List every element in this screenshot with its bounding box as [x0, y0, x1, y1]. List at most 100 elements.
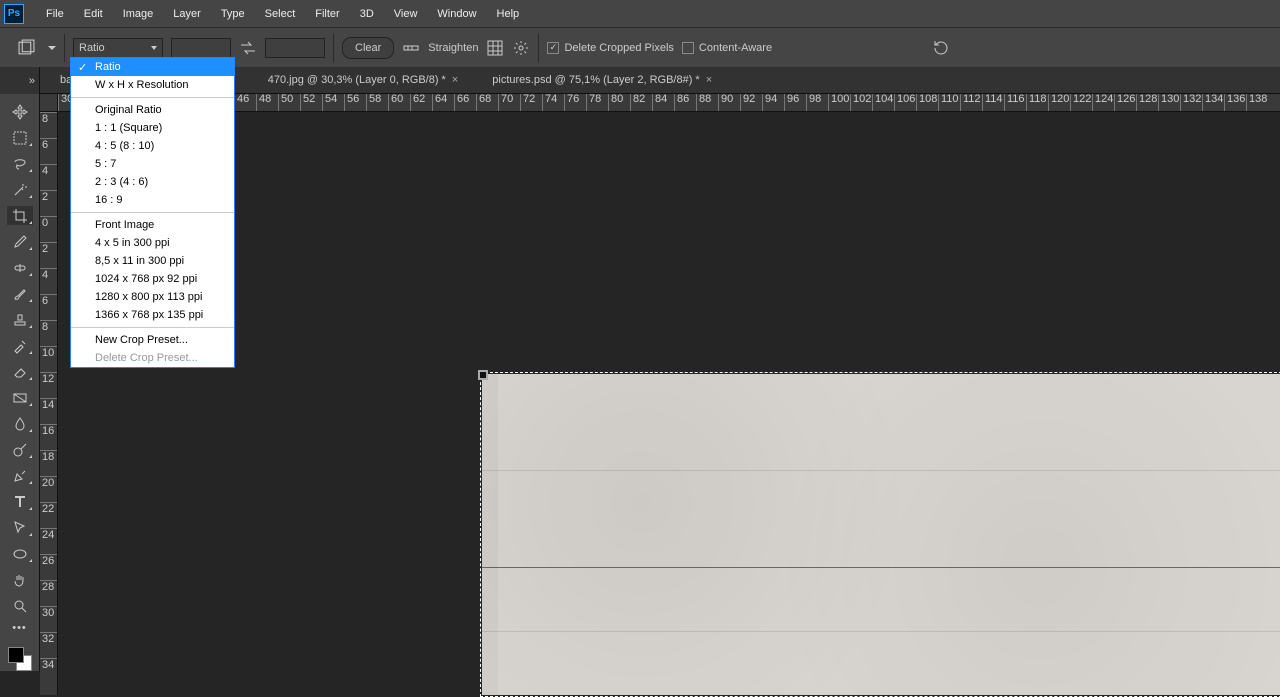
tabstrip-expand-icon[interactable]: » — [0, 67, 40, 94]
eyedropper-tool[interactable] — [7, 232, 33, 251]
dropdown-item[interactable]: Ratio — [71, 58, 234, 76]
ratio-dropdown[interactable]: Ratio — [73, 38, 163, 58]
swap-dimensions-icon[interactable] — [239, 39, 257, 57]
menu-filter[interactable]: Filter — [305, 2, 349, 26]
canvas[interactable] — [482, 374, 1280, 695]
crop-height-input[interactable] — [265, 38, 325, 58]
ruler-tick: 82 — [630, 94, 645, 112]
dropdown-item[interactable]: W x H x Resolution — [71, 76, 234, 94]
vertical-ruler[interactable]: 86420246810121416182022242628303234 — [40, 112, 58, 695]
dropdown-item[interactable]: New Crop Preset... — [71, 331, 234, 349]
dropdown-item[interactable]: 1024 x 768 px 92 ppi — [71, 270, 234, 288]
doc-tab-3[interactable]: pictures.psd @ 75,1% (Layer 2, RGB/8#) *… — [482, 66, 722, 93]
separator — [64, 34, 65, 62]
dropdown-item[interactable]: 8,5 x 11 in 300 ppi — [71, 252, 234, 270]
type-tool[interactable] — [7, 492, 33, 511]
crop-tool[interactable] — [7, 206, 33, 225]
dropdown-item[interactable]: 2 : 3 (4 : 6) — [71, 173, 234, 191]
ruler-tick: 34 — [40, 658, 58, 671]
grid-overlay-icon[interactable] — [486, 39, 504, 57]
shape-tool[interactable] — [7, 544, 33, 563]
menu-edit[interactable]: Edit — [74, 2, 113, 26]
menu-help[interactable]: Help — [487, 2, 530, 26]
healing-tool[interactable] — [7, 258, 33, 277]
menu-type[interactable]: Type — [211, 2, 255, 26]
pen-tool[interactable] — [7, 466, 33, 485]
ruler-tick: 106 — [894, 94, 915, 112]
dropdown-item[interactable]: 1366 x 768 px 135 ppi — [71, 306, 234, 324]
foreground-color-swatch[interactable] — [8, 647, 24, 663]
delete-cropped-checkbox[interactable]: Delete Cropped Pixels — [547, 42, 673, 54]
checkbox-icon — [547, 42, 559, 54]
ruler-tick: 6 — [40, 138, 58, 151]
crop-handle-top-left[interactable] — [478, 370, 488, 380]
dropdown-item[interactable]: Front Image — [71, 216, 234, 234]
canvas-content — [482, 470, 1280, 471]
current-tool-indicator[interactable] — [14, 36, 38, 60]
marquee-tool[interactable] — [7, 128, 33, 147]
doc-tab-2[interactable]: 470.jpg @ 30,3% (Layer 0, RGB/8) * × — [258, 66, 469, 93]
crop-width-input[interactable] — [171, 38, 231, 58]
ruler-tick: 2 — [40, 242, 58, 255]
reset-crop-icon[interactable] — [932, 39, 950, 57]
ruler-tick: 68 — [476, 94, 491, 112]
ruler-tick: 118 — [1026, 94, 1047, 112]
ruler-tick: 138 — [1246, 94, 1267, 112]
magic-wand-tool[interactable] — [7, 180, 33, 199]
tool-palette: ••• — [0, 94, 40, 671]
history-brush-tool[interactable] — [7, 336, 33, 355]
color-swatches[interactable] — [8, 647, 32, 671]
blur-tool[interactable] — [7, 414, 33, 433]
dropdown-item[interactable]: 4 : 5 (8 : 10) — [71, 137, 234, 155]
edit-toolbar[interactable]: ••• — [7, 622, 33, 634]
lasso-tool[interactable] — [7, 154, 33, 173]
crop-settings-gear-icon[interactable] — [512, 39, 530, 57]
straighten-icon[interactable] — [402, 39, 420, 57]
ruler-tick: 88 — [696, 94, 711, 112]
ruler-tick: 60 — [388, 94, 403, 112]
dropdown-item[interactable]: 4 x 5 in 300 ppi — [71, 234, 234, 252]
eraser-tool[interactable] — [7, 362, 33, 381]
dropdown-item[interactable]: 1 : 1 (Square) — [71, 119, 234, 137]
close-icon[interactable]: × — [706, 74, 712, 86]
dropdown-item[interactable]: 5 : 7 — [71, 155, 234, 173]
ruler-tick: 132 — [1180, 94, 1201, 112]
ruler-tick: 78 — [586, 94, 601, 112]
content-aware-checkbox[interactable]: Content-Aware — [682, 42, 772, 54]
dropdown-item[interactable]: 16 : 9 — [71, 191, 234, 209]
clear-button[interactable]: Clear — [342, 37, 394, 59]
zoom-tool[interactable] — [7, 596, 33, 615]
path-select-tool[interactable] — [7, 518, 33, 537]
ruler-tick: 10 — [40, 346, 58, 359]
hand-tool[interactable] — [7, 570, 33, 589]
tool-preset-chevron-icon[interactable] — [48, 46, 56, 50]
menu-3d[interactable]: 3D — [350, 2, 384, 26]
menu-layer[interactable]: Layer — [163, 2, 211, 26]
canvas-content — [482, 567, 1280, 568]
dropdown-item[interactable]: Original Ratio — [71, 101, 234, 119]
ruler-tick: 22 — [40, 502, 58, 515]
gradient-tool[interactable] — [7, 388, 33, 407]
ruler-tick: 124 — [1092, 94, 1113, 112]
brush-tool[interactable] — [7, 284, 33, 303]
dropdown-item[interactable]: 1280 x 800 px 113 ppi — [71, 288, 234, 306]
dodge-tool[interactable] — [7, 440, 33, 459]
menu-window[interactable]: Window — [427, 2, 486, 26]
menu-file[interactable]: File — [36, 2, 74, 26]
separator — [71, 97, 234, 98]
ruler-tick: 32 — [40, 632, 58, 645]
ruler-tick: 54 — [322, 94, 337, 112]
stamp-tool[interactable] — [7, 310, 33, 329]
ruler-tick: 58 — [366, 94, 381, 112]
move-tool[interactable] — [7, 102, 33, 121]
ruler-tick: 2 — [40, 190, 58, 203]
ruler-tick: 12 — [40, 372, 58, 385]
horizontal-ruler[interactable]: 3032343638404244464850525456586062646668… — [58, 94, 1280, 112]
menu-view[interactable]: View — [384, 2, 428, 26]
ruler-tick: 62 — [410, 94, 425, 112]
menu-select[interactable]: Select — [255, 2, 306, 26]
chevron-down-icon — [151, 46, 157, 50]
menu-image[interactable]: Image — [113, 2, 164, 26]
ruler-tick: 84 — [652, 94, 667, 112]
close-icon[interactable]: × — [452, 74, 458, 86]
